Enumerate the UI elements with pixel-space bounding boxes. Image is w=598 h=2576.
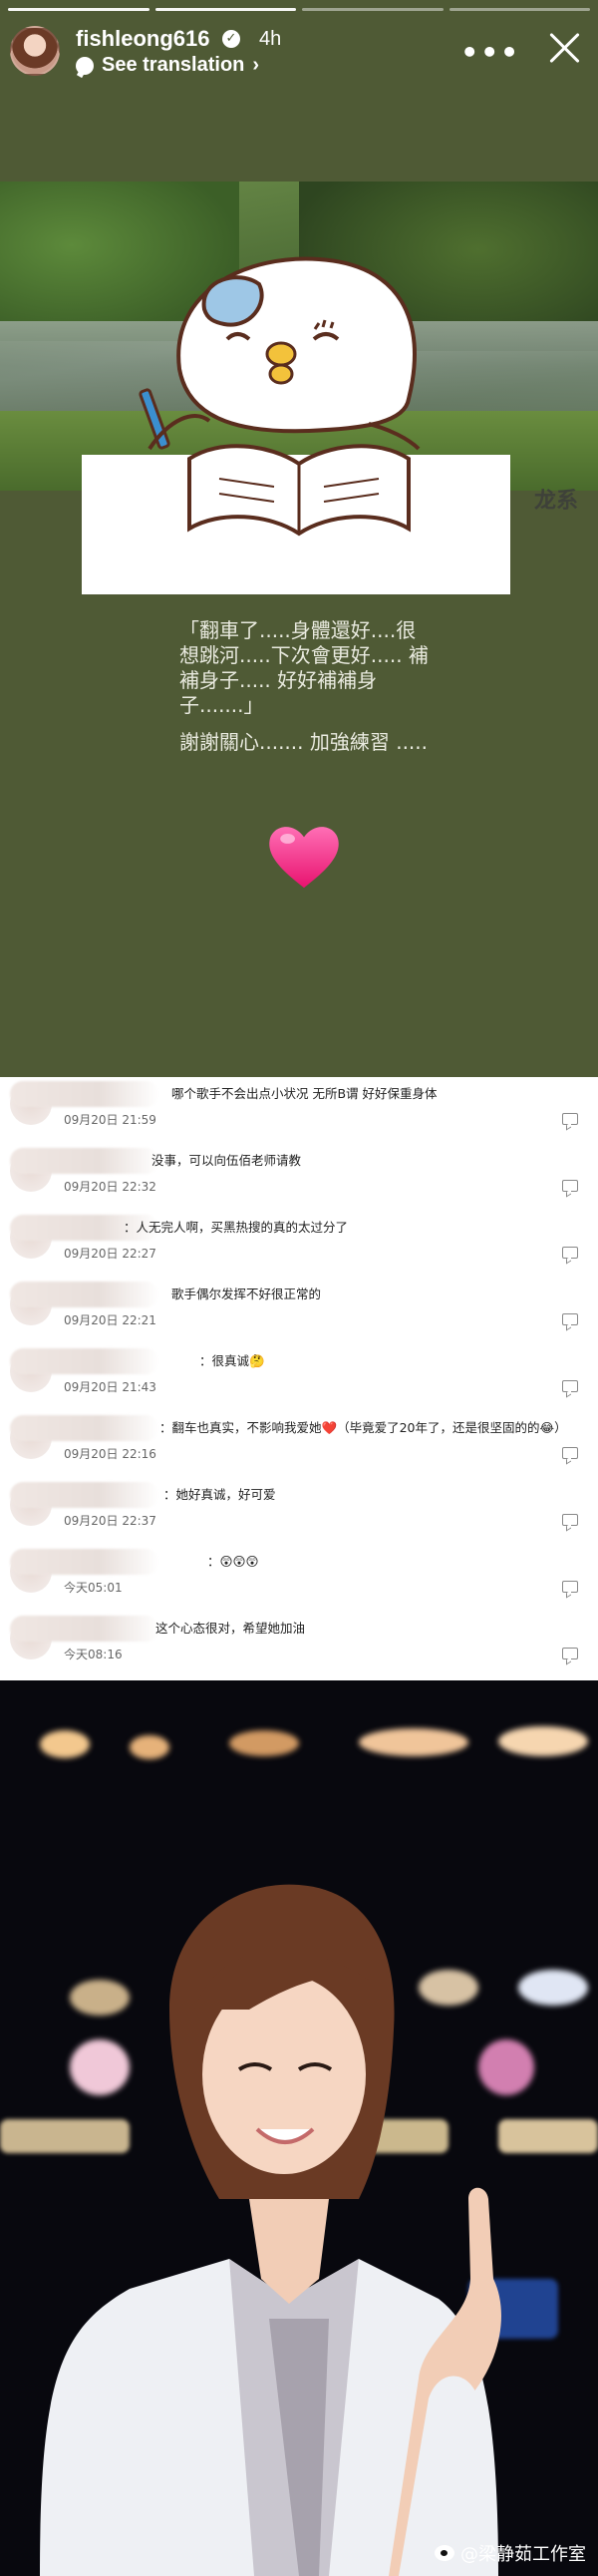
comment-timestamp: 09月20日 22:32 [64,1180,156,1194]
comment-timestamp: 09月20日 22:27 [64,1247,156,1261]
reply-icon[interactable] [562,1113,578,1125]
sticker-watermark: 龙系 [533,489,578,514]
comment-text: ：很真诚🤔 [199,1353,265,1368]
comment-item[interactable]: 歌手偶尔发挥不好很正常的 09月20日 22:21 [0,1280,598,1346]
comment-timestamp: 09月20日 21:59 [64,1113,156,1127]
comment-text: 歌手偶尔发挥不好很正常的 [171,1287,322,1301]
speech-bubble-icon [76,56,94,75]
comment-text: 哪个歌手不会出点小状况 无所B谓 好好保重身体 [171,1086,438,1101]
comment-text: 这个心态很对，希望她加油 [155,1621,306,1636]
blurred-username[interactable] [10,1148,159,1174]
story-header: fishleong616 ✓ 4h See translation › ••• [10,24,588,82]
progress-segment [448,8,590,11]
progress-segment [302,8,444,11]
blurred-username[interactable] [10,1549,159,1575]
comment-text: ：翻车也真实，不影响我爱她❤️（毕竟爱了20年了，还是很坚固的的😂） [159,1420,567,1435]
reply-icon[interactable] [562,1581,578,1593]
comment-list: 哪个歌手不会出点小状况 无所B谓 好好保重身体 09月20日 21:59 没事，可以… [0,1077,598,1680]
comment-text: ：人无完人啊，买黑热搜的真的太过分了 [124,1220,349,1235]
avatar[interactable] [10,26,60,76]
studying-bird-sticker-icon [139,256,421,537]
comment-item[interactable]: ：😲😲😲 今天05:01 [0,1547,598,1614]
blurred-username[interactable] [10,1482,159,1508]
comment-item[interactable]: 哪个歌手不会出点小状况 无所B谓 好好保重身体 09月20日 21:59 [0,1079,598,1146]
blurred-username[interactable] [10,1415,159,1441]
comment-item[interactable]: 没事，可以向伍佰老师请教 09月20日 22:32 [0,1146,598,1213]
instagram-story: fishleong616 ✓ 4h See translation › ••• … [0,0,598,1077]
see-translation-button[interactable]: See translation › [76,54,259,77]
comment-timestamp: 今天05:01 [64,1581,123,1595]
comment-timestamp: 09月20日 21:43 [64,1380,156,1394]
photo-credit: @梁静茹工作室 [435,2540,586,2566]
comment-item[interactable]: ：翻车也真实，不影响我爱她❤️（毕竟爱了20年了，还是很坚固的的😂） 09月20日… [0,1413,598,1480]
close-icon[interactable] [546,30,582,66]
comment-text: ：她好真诚，好可爱 [163,1487,276,1502]
singer-portrait [40,1884,501,2576]
more-options-icon[interactable]: ••• [460,36,520,69]
comment-text: ：😲😲😲 [207,1554,259,1569]
reply-icon[interactable] [562,1380,578,1392]
see-translation-label: See translation [102,54,245,76]
comment-item[interactable]: ：人无完人啊，买黑热搜的真的太过分了 09月20日 22:27 [0,1213,598,1280]
comment-text: 没事，可以向伍佰老师请教 [151,1153,302,1168]
stage-photo: @梁静茹工作室 [0,1680,598,2576]
comment-timestamp: 09月20日 22:16 [64,1447,156,1461]
reply-icon[interactable] [562,1648,578,1659]
comment-timestamp: 09月20日 22:37 [64,1514,156,1528]
comment-timestamp: 今天08:16 [64,1648,123,1661]
reply-icon[interactable] [562,1247,578,1259]
progress-segment [154,8,296,11]
credit-text: @梁静茹工作室 [460,2544,586,2565]
weibo-icon [435,2545,454,2561]
reply-icon[interactable] [562,1514,578,1526]
caption-line: 「翻車了.....身體還好....很想跳河.....下次會更好..... 補補身… [179,618,429,717]
reply-icon[interactable] [562,1447,578,1459]
blurred-username[interactable] [10,1282,159,1307]
reply-icon[interactable] [562,1180,578,1192]
comment-item[interactable]: 这个心态很对，希望她加油今天08:16 [0,1614,598,1680]
blurred-username[interactable] [10,1348,159,1374]
comment-item[interactable]: ：很真诚🤔 09月20日 21:43 [0,1346,598,1413]
time-ago: 4h [259,28,282,50]
story-caption: 「翻車了.....身體還好....很想跳河.....下次會更好..... 補補身… [179,618,429,767]
heart-icon [269,827,339,889]
blurred-username[interactable] [10,1616,159,1642]
blurred-username[interactable] [10,1081,159,1107]
verified-badge-icon: ✓ [222,30,240,48]
username[interactable]: fishleong616 [76,26,209,52]
caption-line: 謝謝關心....... 加強練習 ..... [179,730,429,754]
reply-icon[interactable] [562,1313,578,1325]
comment-item[interactable]: ：她好真诚，好可爱 09月20日 22:37 [0,1480,598,1547]
chevron-right-icon: › [252,54,260,76]
comment-timestamp: 09月20日 22:21 [64,1313,156,1327]
story-progress-bar [8,8,590,12]
progress-segment [8,8,150,11]
